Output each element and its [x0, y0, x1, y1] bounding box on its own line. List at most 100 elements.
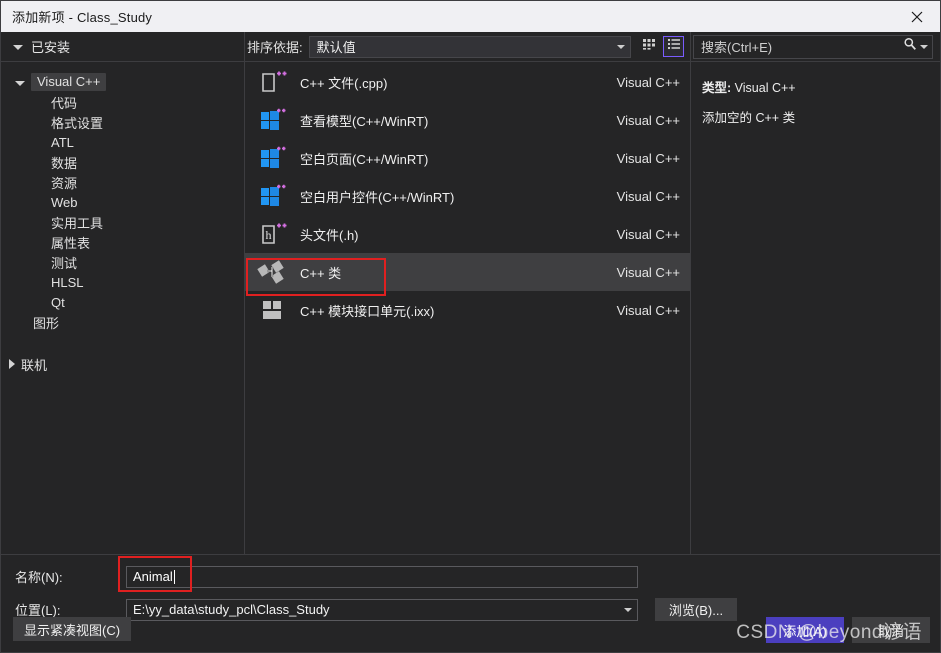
tree-item-formatting[interactable]: 格式设置: [1, 112, 244, 132]
location-input[interactable]: E:\yy_data\study_pcl\Class_Study: [126, 598, 638, 621]
name-row: 名称(N): Animal: [1, 565, 940, 588]
template-item-header-file[interactable]: h 头文件(.h) Visual C++: [245, 215, 690, 253]
grid-view-icon: [642, 37, 656, 56]
template-item-cpp-module[interactable]: C++ 模块接口单元(.ixx) Visual C++: [245, 291, 690, 329]
name-input[interactable]: Animal: [126, 565, 638, 588]
sort-by-value: 默认值: [316, 40, 356, 55]
tree-item-label: 资源: [51, 175, 78, 191]
tree-item-label: 图形: [33, 315, 60, 331]
tree-item-code[interactable]: 代码: [1, 92, 244, 112]
svg-text:h: h: [266, 228, 272, 242]
chevron-right-icon: [9, 359, 15, 369]
search-input[interactable]: 搜索(Ctrl+E): [693, 34, 933, 59]
tree-item-visual-cpp[interactable]: Visual C++: [1, 72, 244, 92]
template-language: Visual C++: [616, 74, 680, 90]
tree-item-label: Web: [51, 194, 78, 210]
tree-item-label: HLSL: [51, 274, 84, 290]
template-language: Visual C++: [616, 226, 680, 242]
window-title: 添加新项 - Class_Study: [12, 10, 153, 25]
grid-view-button[interactable]: [638, 36, 659, 57]
tree-item-resource[interactable]: 资源: [1, 172, 244, 192]
close-button[interactable]: [894, 1, 940, 32]
sort-by-label: 排序依据:: [247, 40, 303, 55]
tree-item-online[interactable]: 联机: [1, 354, 244, 374]
tree-item-label: 实用工具: [51, 215, 104, 231]
close-icon: [911, 11, 923, 23]
template-item-blank-user-control[interactable]: 空白用户控件(C++/WinRT) Visual C++: [245, 177, 690, 215]
template-list: C++ 文件(.cpp) Visual C++ 查看模型(C++/WinRT) …: [245, 62, 690, 554]
chevron-down-icon: [617, 44, 625, 49]
cpp-class-icon: [256, 256, 288, 288]
template-language: Visual C++: [616, 302, 680, 318]
detail-type-value: Visual C++: [734, 81, 796, 95]
template-language: Visual C++: [616, 188, 680, 204]
winrt-icon: [256, 180, 288, 212]
tree-item-hlsl[interactable]: HLSL: [1, 272, 244, 292]
browse-button[interactable]: 浏览(B)...: [655, 598, 737, 621]
template-item-cpp-class[interactable]: C++ 类 Visual C++: [245, 253, 690, 291]
add-new-item-dialog: 添加新项 - Class_Study 已安装 Visual C++ 代码 格式设…: [0, 0, 941, 653]
detail-description: 添加空的 C++ 类: [702, 111, 796, 125]
tree-item-utility[interactable]: 实用工具: [1, 212, 244, 232]
tree-item-label: Visual C++: [31, 73, 107, 91]
chevron-down-icon[interactable]: [920, 44, 928, 49]
tree-item-label: 数据: [51, 155, 78, 171]
show-compact-view-button[interactable]: 显示紧凑视图(C): [13, 617, 132, 641]
tree-item-label: 代码: [51, 95, 78, 111]
search-placeholder: 搜索(Ctrl+E): [701, 40, 773, 55]
installed-header[interactable]: 已安装: [1, 32, 244, 62]
installed-panel: 已安装 Visual C++ 代码 格式设置 ATL 数据 资源 Web 实用工…: [1, 32, 245, 554]
template-details: 类型: Visual C++ 添加空的 C++ 类: [691, 62, 940, 126]
sort-by-dropdown[interactable]: 默认值: [308, 35, 631, 58]
winrt-icon: [256, 104, 288, 136]
tree-item-label: 格式设置: [51, 115, 104, 131]
template-name: C++ 文件(.cpp): [300, 75, 388, 91]
template-name: 空白用户控件(C++/WinRT): [300, 189, 455, 205]
tree-item-data[interactable]: 数据: [1, 152, 244, 172]
template-panel: 排序依据: 默认值 C++ 文件(.cpp) Visual C++ 查看模型(C…: [245, 32, 691, 554]
cpp-module-icon: [256, 294, 288, 326]
template-name: 头文件(.h): [300, 227, 359, 243]
chevron-down-icon: [15, 80, 25, 86]
cancel-button[interactable]: 取消: [852, 617, 930, 643]
text-cursor: [173, 569, 175, 584]
template-language: Visual C++: [616, 150, 680, 166]
dialog-body: 已安装 Visual C++ 代码 格式设置 ATL 数据 资源 Web 实用工…: [1, 32, 940, 554]
tree-item-test[interactable]: 测试: [1, 252, 244, 272]
search-icon: [903, 37, 917, 56]
chevron-down-icon: [13, 45, 23, 50]
dialog-footer: 名称(N): Animal 位置(L): E:\yy_data\study_pc…: [1, 554, 940, 652]
template-name: 空白页面(C++/WinRT): [300, 151, 429, 167]
add-button[interactable]: 添加(A): [766, 617, 844, 643]
chevron-down-icon[interactable]: [624, 607, 632, 612]
template-name: 查看模型(C++/WinRT): [300, 113, 429, 129]
template-language: Visual C++: [616, 264, 680, 280]
template-item-cpp-file[interactable]: C++ 文件(.cpp) Visual C++: [245, 63, 690, 101]
template-toolbar: 排序依据: 默认值: [245, 32, 690, 62]
search-bar: 搜索(Ctrl+E): [691, 32, 940, 62]
tree-item-label: 联机: [21, 357, 48, 373]
tree-item-graphics[interactable]: 图形: [1, 312, 244, 332]
winrt-icon: [256, 142, 288, 174]
details-panel: 搜索(Ctrl+E) 类型: Visual C++ 添加空的 C++ 类: [691, 32, 940, 554]
list-view-icon: [667, 37, 681, 56]
tree-item-label: Qt: [51, 294, 65, 310]
tree-item-label: 测试: [51, 255, 78, 271]
template-item-blank-page[interactable]: 空白页面(C++/WinRT) Visual C++: [245, 139, 690, 177]
dialog-actions: 添加(A) 取消: [766, 617, 930, 643]
tree-item-property-sheet[interactable]: 属性表: [1, 232, 244, 252]
view-mode-buttons: [638, 36, 684, 57]
tree-item-qt[interactable]: Qt: [1, 292, 244, 312]
tree-item-web[interactable]: Web: [1, 192, 244, 212]
header-file-icon: h: [256, 218, 288, 250]
list-view-button[interactable]: [663, 36, 684, 57]
name-label: 名称(N):: [15, 570, 63, 585]
installed-label: 已安装: [31, 40, 71, 55]
category-tree: Visual C++ 代码 格式设置 ATL 数据 资源 Web 实用工具 属性…: [1, 62, 244, 554]
title-bar: 添加新项 - Class_Study: [1, 1, 940, 32]
template-name: C++ 类: [300, 265, 342, 281]
template-language: Visual C++: [616, 112, 680, 128]
template-item-view-model[interactable]: 查看模型(C++/WinRT) Visual C++: [245, 101, 690, 139]
cpp-file-icon: [256, 66, 288, 98]
tree-item-atl[interactable]: ATL: [1, 132, 244, 152]
